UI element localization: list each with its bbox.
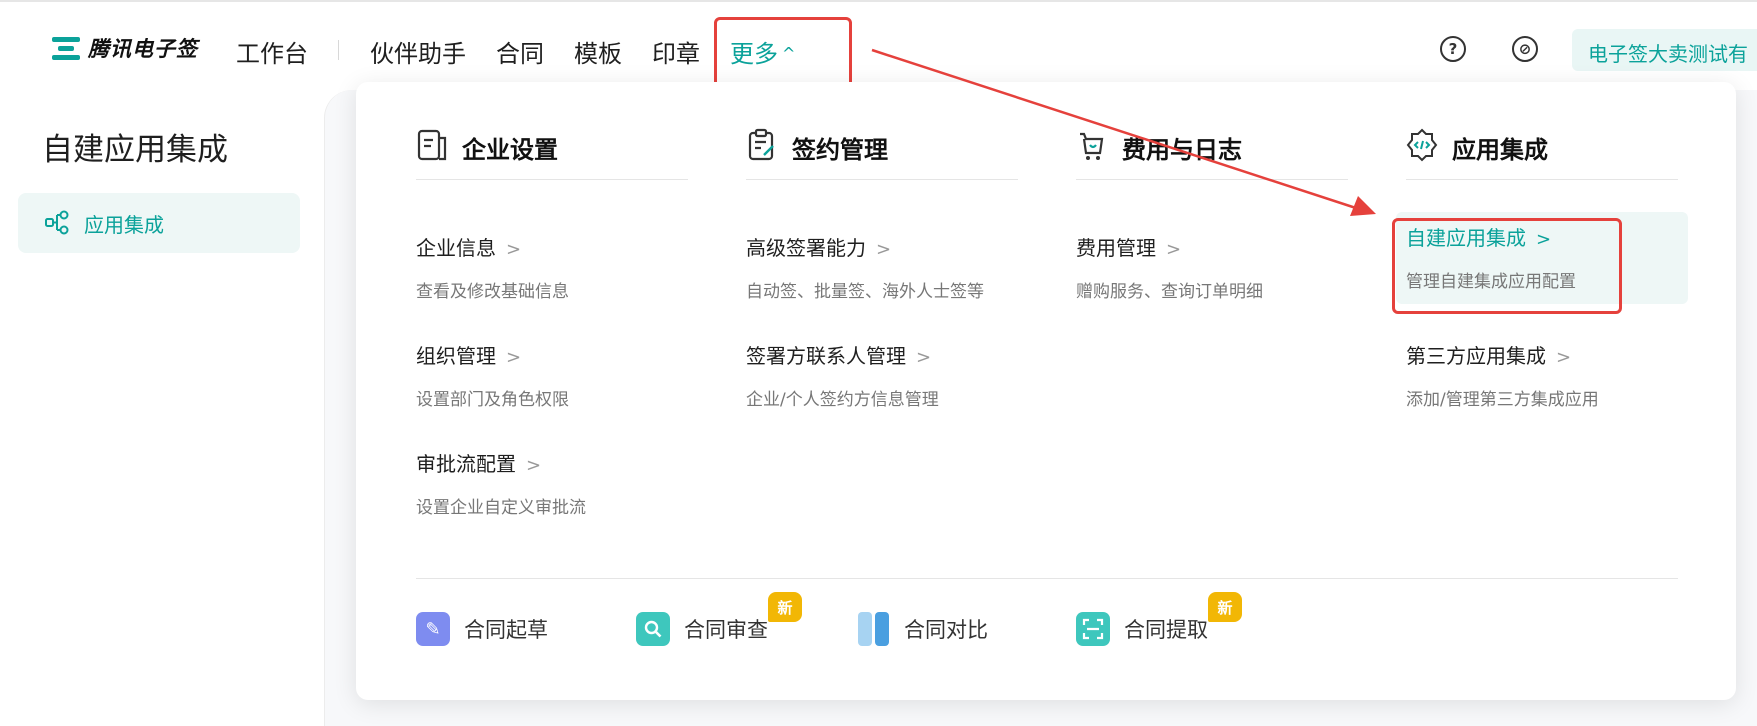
entry-title: 审批流配置 (416, 452, 516, 476)
nav-partner-assistant[interactable]: 伙伴助手 (370, 34, 466, 69)
menu-entry-signer-contacts[interactable]: 签署方联系人管理 > 企业/个人签约方信息管理 (746, 340, 1046, 410)
menu-divider (416, 578, 1678, 579)
entry-description: 赠购服务、查询订单明细 (1076, 282, 1263, 302)
chevron-right-icon: > (506, 239, 522, 260)
more-menu-dropdown: 企业设置 企业信息 > 查看及修改基础信息 组织管理 > 设置部门及角色权限 审批流… (356, 82, 1736, 700)
cart-icon (1080, 132, 1104, 160)
menu-entry-advanced-signing[interactable]: 高级签署能力 > 自动签、批量签、海外人士签等 (746, 232, 1046, 302)
scan-icon (1076, 612, 1110, 646)
column-title: 签约管理 (792, 136, 888, 164)
entry-description: 自动签、批量签、海外人士签等 (746, 282, 984, 302)
nav-template[interactable]: 模板 (574, 34, 622, 69)
entry-description: 企业/个人签约方信息管理 (746, 390, 939, 410)
entry-title: 第三方应用集成 (1406, 344, 1546, 368)
new-badge: 新 (1208, 592, 1242, 622)
menu-entry-enterprise-info[interactable]: 企业信息 > 查看及修改基础信息 (416, 232, 716, 302)
chevron-right-icon: > (1166, 239, 1182, 260)
new-badge: 新 (768, 592, 802, 622)
brand-logo[interactable]: 腾讯电子签 (52, 33, 198, 63)
chevron-right-icon: > (876, 239, 892, 260)
entry-description: 查看及修改基础信息 (416, 282, 569, 302)
entry-title: 企业信息 (416, 236, 496, 260)
tool-label: 合同对比 (904, 618, 988, 642)
chevron-right-icon: > (526, 455, 542, 476)
tool-contract-compare[interactable]: 合同对比 (856, 612, 988, 646)
tool-label: 合同起草 (464, 618, 548, 642)
menu-entry-fee-management[interactable]: 费用管理 > 赠购服务、查询订单明细 (1076, 232, 1376, 302)
entry-title: 高级签署能力 (746, 236, 866, 260)
help-icon[interactable]: ? (1440, 36, 1466, 62)
clipboard-sign-icon (748, 128, 774, 161)
menu-entry-org-management[interactable]: 组织管理 > 设置部门及角色权限 (416, 340, 716, 410)
column-title: 费用与日志 (1122, 136, 1242, 164)
tool-contract-extraction[interactable]: 合同提取 (1076, 612, 1208, 646)
sidebar-item-label: 应用集成 (84, 212, 164, 237)
nav-contract[interactable]: 合同 (496, 34, 544, 69)
tool-label: 合同审查 (684, 618, 768, 642)
column-header: 应用集成 (1406, 128, 1678, 180)
column-header: 费用与日志 (1076, 128, 1348, 180)
nav-workbench[interactable]: 工作台 (236, 34, 308, 69)
pen-icon: ✎ (416, 612, 450, 646)
column-title: 企业设置 (462, 136, 558, 164)
magnifier-icon (636, 612, 670, 646)
entry-description: 设置部门及角色权限 (416, 390, 569, 410)
entry-title: 签署方联系人管理 (746, 344, 906, 368)
highlight-box-custom-app (1392, 218, 1622, 314)
page-title: 自建应用集成 (42, 132, 228, 168)
tool-label: 合同提取 (1124, 618, 1208, 642)
chevron-right-icon: > (1556, 347, 1572, 368)
entry-title: 费用管理 (1076, 236, 1156, 260)
compare-icon (856, 612, 890, 646)
nav-seal[interactable]: 印章 (652, 34, 700, 69)
entry-description: 设置企业自定义审批流 (416, 498, 586, 518)
chevron-right-icon: > (506, 347, 522, 368)
brand-name: 腾讯电子签 (88, 37, 198, 61)
chevron-right-icon: > (916, 347, 932, 368)
account-switcher[interactable]: 电子签大卖测试有 (1572, 29, 1757, 71)
column-title: 应用集成 (1452, 136, 1548, 164)
column-header: 企业设置 (416, 128, 688, 180)
share-nodes-icon (45, 210, 69, 235)
code-gear-icon (1406, 128, 1438, 162)
entry-description: 添加/管理第三方集成应用 (1406, 390, 1599, 410)
link-icon[interactable]: ⊘ (1512, 36, 1538, 62)
document-icon (417, 129, 447, 161)
tool-contract-review[interactable]: 合同审查 (636, 612, 768, 646)
column-header: 签约管理 (746, 128, 1018, 180)
menu-entry-approval-flow[interactable]: 审批流配置 > 设置企业自定义审批流 (416, 448, 716, 518)
logo-icon (52, 35, 80, 61)
sidebar-item-app-integration[interactable]: 应用集成 (18, 193, 300, 253)
menu-entry-third-party-integration[interactable]: 第三方应用集成 > 添加/管理第三方集成应用 (1406, 340, 1706, 410)
entry-title: 组织管理 (416, 344, 496, 368)
nav-divider (338, 40, 339, 60)
tool-contract-drafting[interactable]: ✎ 合同起草 (416, 612, 548, 646)
